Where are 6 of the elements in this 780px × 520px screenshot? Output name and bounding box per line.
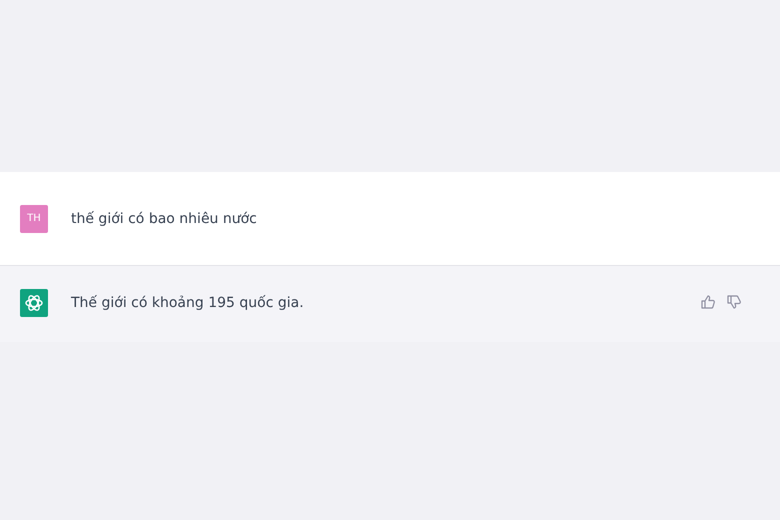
thumbs-up-icon[interactable] [700,294,716,310]
message-text: thế giới có bao nhiêu nước [71,210,257,228]
thumbs-down-icon[interactable] [726,294,742,310]
user-avatar: TH [20,204,48,232]
message-text: Thế giới có khoảng 195 quốc gia. [71,294,304,313]
assistant-logo-icon [20,289,48,317]
